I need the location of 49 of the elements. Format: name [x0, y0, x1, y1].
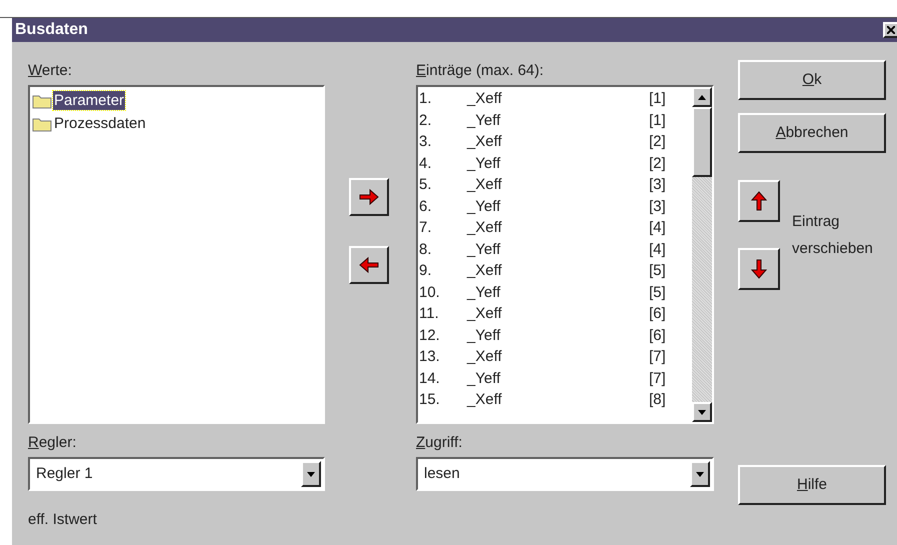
caret-icon [698, 94, 706, 100]
list-item[interactable]: 5. _Xeff [3] [418, 174, 692, 196]
move-up-button[interactable] [738, 180, 780, 222]
folder-icon [32, 92, 52, 108]
list-item[interactable]: 14. _Yeff [7] [418, 368, 692, 389]
caret-icon [698, 410, 706, 414]
list-item[interactable]: 1. _Xeff [1] [418, 88, 692, 110]
list-item[interactable]: 3. _Xeff [2] [418, 131, 692, 152]
list-item[interactable]: 2. _Yeff [1] [418, 110, 692, 131]
list-item[interactable]: 12. _Yeff [6] [418, 324, 692, 346]
move-label: Eintrag verschieben [792, 212, 874, 259]
list-item[interactable]: 15. _Xeff [8] [418, 389, 692, 410]
arrow-icon [750, 258, 768, 280]
window-title: Busdaten [15, 20, 88, 40]
move-down-button[interactable] [738, 248, 780, 290]
arrow-icon [358, 255, 380, 275]
folder-icon [32, 116, 52, 132]
tree-item[interactable]: Prozessdaten [53, 114, 147, 133]
remove-button[interactable] [349, 246, 389, 284]
caret-icon [307, 472, 315, 476]
list-item[interactable]: 10. _Yeff [5] [418, 282, 692, 303]
list-item[interactable]: 13. _Xeff [7] [418, 346, 692, 368]
caret-icon [696, 472, 704, 476]
cancel-button[interactable]: Abbrechen [738, 113, 886, 153]
scrollbar[interactable] [692, 87, 712, 422]
list-item[interactable]: 7. _Xeff [4] [418, 217, 692, 238]
help-button[interactable]: Hilfe [738, 465, 886, 505]
tree-item[interactable]: Parameter [53, 91, 126, 110]
scrollbar-thumb[interactable] [692, 107, 712, 177]
status-text: eff. Istwert [28, 510, 98, 530]
dropdown-button[interactable] [690, 461, 710, 487]
arrow-icon [358, 187, 380, 207]
field-label: Werte: [28, 62, 73, 80]
close-button[interactable] [883, 22, 897, 38]
arrow-icon [750, 190, 768, 212]
list-item[interactable]: 6. _Yeff [3] [418, 196, 692, 217]
add-button[interactable] [349, 178, 389, 216]
ok-button[interactable]: Ok [738, 60, 886, 100]
list-item[interactable]: 8. _Yeff [4] [418, 238, 692, 260]
dropdown-button[interactable] [301, 461, 321, 487]
dropdown-field[interactable]: lesen [416, 457, 714, 491]
field-label: Zugriff: [416, 434, 464, 452]
list-item[interactable]: 11. _Xeff [6] [418, 303, 692, 324]
list-item[interactable]: 9. _Xeff [5] [418, 260, 692, 282]
list-item[interactable]: 4. _Yeff [2] [418, 152, 692, 174]
field-label: Regler: [28, 434, 78, 452]
dropdown-field[interactable]: Regler 1 [28, 457, 325, 491]
field-label: Einträge (max. 64): [416, 62, 545, 80]
close-icon [887, 26, 895, 34]
